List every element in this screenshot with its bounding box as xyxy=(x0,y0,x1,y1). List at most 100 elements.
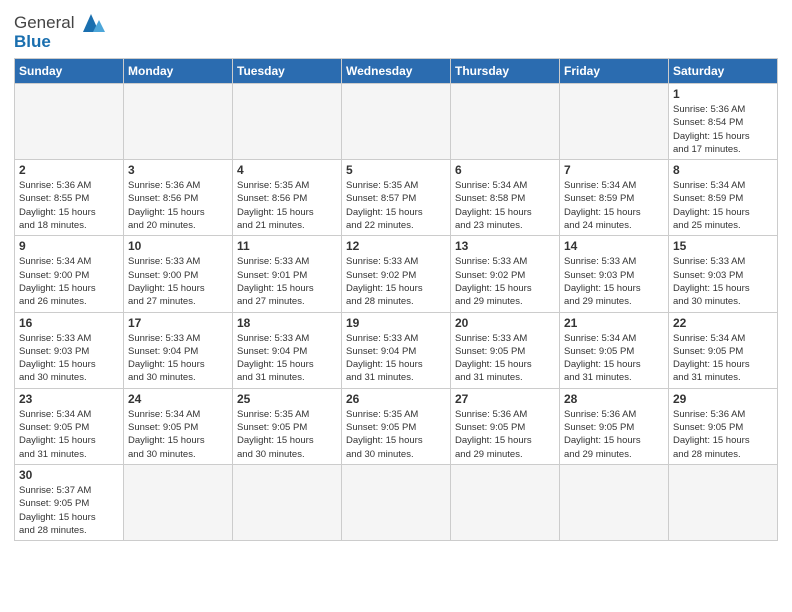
day-info: Sunrise: 5:34 AM Sunset: 9:05 PM Dayligh… xyxy=(673,332,773,385)
day-info: Sunrise: 5:33 AM Sunset: 9:04 PM Dayligh… xyxy=(346,332,446,385)
calendar-header-wednesday: Wednesday xyxy=(342,59,451,84)
day-info: Sunrise: 5:34 AM Sunset: 9:00 PM Dayligh… xyxy=(19,255,119,308)
day-info: Sunrise: 5:33 AM Sunset: 9:02 PM Dayligh… xyxy=(346,255,446,308)
day-info: Sunrise: 5:34 AM Sunset: 8:59 PM Dayligh… xyxy=(564,179,664,232)
day-number: 15 xyxy=(673,239,773,253)
day-number: 26 xyxy=(346,392,446,406)
calendar-cell xyxy=(124,84,233,160)
day-info: Sunrise: 5:33 AM Sunset: 9:03 PM Dayligh… xyxy=(673,255,773,308)
calendar-cell: 7 Sunrise: 5:34 AM Sunset: 8:59 PM Daylig… xyxy=(560,160,669,236)
day-info: Sunrise: 5:33 AM Sunset: 9:04 PM Dayligh… xyxy=(237,332,337,385)
day-number: 11 xyxy=(237,239,337,253)
day-number: 22 xyxy=(673,316,773,330)
day-number: 20 xyxy=(455,316,555,330)
calendar-cell: 23Sunrise: 5:34 AM Sunset: 9:05 PM Dayli… xyxy=(15,388,124,464)
day-number: 3 xyxy=(128,163,228,177)
logo: General Blue xyxy=(14,10,107,52)
calendar-cell xyxy=(233,464,342,540)
day-number: 28 xyxy=(564,392,664,406)
day-number: 14 xyxy=(564,239,664,253)
calendar-cell: 28 Sunrise: 5:36 AM Sunset: 9:05 PM Dayli… xyxy=(560,388,669,464)
day-info: Sunrise: 5:36 AM Sunset: 9:05 PM Dayligh… xyxy=(673,408,773,461)
logo-icon xyxy=(75,10,107,36)
calendar-week-row: 23 Sunrise: 5:34 AM Sunset: 9:05 PM Dayli… xyxy=(15,388,778,464)
calendar-week-row: 9 Sunrise: 5:34 AM Sunset: 9:00 PM Daylig… xyxy=(15,236,778,312)
day-info: Sunrise: 5:36 AM Sunset: 9:05 PM Dayligh… xyxy=(564,408,664,461)
calendar-header-saturday: Saturday xyxy=(669,59,778,84)
calendar-cell: 5Sunrise: 5:35 AM Sunset: 8:57 PM Daylig… xyxy=(342,160,451,236)
day-info: Sunrise: 5:36 AM Sunset: 8:56 PM Dayligh… xyxy=(128,179,228,232)
calendar-cell xyxy=(669,464,778,540)
day-info: Sunrise: 5:35 AM Sunset: 9:05 PM Dayligh… xyxy=(237,408,337,461)
calendar-cell xyxy=(560,464,669,540)
logo-general-text: General xyxy=(14,13,74,33)
day-number: 27 xyxy=(455,392,555,406)
day-number: 29 xyxy=(673,392,773,406)
calendar-week-row: 16Sunrise: 5:33 AM Sunset: 9:03 PM Dayli… xyxy=(15,312,778,388)
calendar-cell: 6Sunrise: 5:34 AM Sunset: 8:58 PM Daylig… xyxy=(451,160,560,236)
calendar: SundayMondayTuesdayWednesdayThursdayFrid… xyxy=(14,58,778,541)
calendar-cell: 1 Sunrise: 5:36 AM Sunset: 8:54 PM Daylig… xyxy=(669,84,778,160)
calendar-cell xyxy=(15,84,124,160)
calendar-cell: 14 Sunrise: 5:33 AM Sunset: 9:03 PM Dayli… xyxy=(560,236,669,312)
calendar-cell: 17Sunrise: 5:33 AM Sunset: 9:04 PM Dayli… xyxy=(124,312,233,388)
calendar-header-row: SundayMondayTuesdayWednesdayThursdayFrid… xyxy=(15,59,778,84)
day-number: 5 xyxy=(346,163,446,177)
calendar-cell xyxy=(342,84,451,160)
day-info: Sunrise: 5:34 AM Sunset: 8:59 PM Dayligh… xyxy=(673,179,773,232)
calendar-week-row: 30 Sunrise: 5:37 AM Sunset: 9:05 PM Dayli… xyxy=(15,464,778,540)
day-number: 19 xyxy=(346,316,446,330)
day-number: 13 xyxy=(455,239,555,253)
calendar-cell xyxy=(124,464,233,540)
calendar-cell: 21Sunrise: 5:34 AM Sunset: 9:05 PM Dayli… xyxy=(560,312,669,388)
day-info: Sunrise: 5:33 AM Sunset: 9:04 PM Dayligh… xyxy=(128,332,228,385)
calendar-cell: 27Sunrise: 5:36 AM Sunset: 9:05 PM Dayli… xyxy=(451,388,560,464)
calendar-cell: 12 Sunrise: 5:33 AM Sunset: 9:02 PM Dayli… xyxy=(342,236,451,312)
day-info: Sunrise: 5:34 AM Sunset: 9:05 PM Dayligh… xyxy=(128,408,228,461)
day-number: 8 xyxy=(673,163,773,177)
calendar-cell: 20Sunrise: 5:33 AM Sunset: 9:05 PM Dayli… xyxy=(451,312,560,388)
calendar-cell: 2 Sunrise: 5:36 AM Sunset: 8:55 PM Daylig… xyxy=(15,160,124,236)
calendar-cell: 8 Sunrise: 5:34 AM Sunset: 8:59 PM Daylig… xyxy=(669,160,778,236)
day-info: Sunrise: 5:33 AM Sunset: 9:03 PM Dayligh… xyxy=(564,255,664,308)
day-info: Sunrise: 5:36 AM Sunset: 8:54 PM Dayligh… xyxy=(673,103,773,156)
calendar-cell: 18 Sunrise: 5:33 AM Sunset: 9:04 PM Dayli… xyxy=(233,312,342,388)
day-info: Sunrise: 5:37 AM Sunset: 9:05 PM Dayligh… xyxy=(19,484,119,537)
calendar-header-sunday: Sunday xyxy=(15,59,124,84)
calendar-cell: 13 Sunrise: 5:33 AM Sunset: 9:02 PM Dayli… xyxy=(451,236,560,312)
calendar-cell: 3 Sunrise: 5:36 AM Sunset: 8:56 PM Daylig… xyxy=(124,160,233,236)
day-info: Sunrise: 5:34 AM Sunset: 9:05 PM Dayligh… xyxy=(564,332,664,385)
day-number: 30 xyxy=(19,468,119,482)
day-number: 16 xyxy=(19,316,119,330)
calendar-cell: 26 Sunrise: 5:35 AM Sunset: 9:05 PM Dayli… xyxy=(342,388,451,464)
day-info: Sunrise: 5:36 AM Sunset: 8:55 PM Dayligh… xyxy=(19,179,119,232)
calendar-cell: 15 Sunrise: 5:33 AM Sunset: 9:03 PM Dayli… xyxy=(669,236,778,312)
day-info: Sunrise: 5:35 AM Sunset: 9:05 PM Dayligh… xyxy=(346,408,446,461)
day-info: Sunrise: 5:35 AM Sunset: 8:56 PM Dayligh… xyxy=(237,179,337,232)
day-number: 18 xyxy=(237,316,337,330)
calendar-week-row: 1 Sunrise: 5:36 AM Sunset: 8:54 PM Daylig… xyxy=(15,84,778,160)
day-info: Sunrise: 5:33 AM Sunset: 9:01 PM Dayligh… xyxy=(237,255,337,308)
calendar-cell xyxy=(451,464,560,540)
calendar-cell: 25Sunrise: 5:35 AM Sunset: 9:05 PM Dayli… xyxy=(233,388,342,464)
calendar-cell: 30 Sunrise: 5:37 AM Sunset: 9:05 PM Dayli… xyxy=(15,464,124,540)
calendar-cell: 24 Sunrise: 5:34 AM Sunset: 9:05 PM Dayli… xyxy=(124,388,233,464)
day-number: 1 xyxy=(673,87,773,101)
calendar-cell: 11 Sunrise: 5:33 AM Sunset: 9:01 PM Dayli… xyxy=(233,236,342,312)
calendar-cell: 16Sunrise: 5:33 AM Sunset: 9:03 PM Dayli… xyxy=(15,312,124,388)
day-number: 6 xyxy=(455,163,555,177)
calendar-cell: 9 Sunrise: 5:34 AM Sunset: 9:00 PM Daylig… xyxy=(15,236,124,312)
day-number: 10 xyxy=(128,239,228,253)
calendar-cell: 10Sunrise: 5:33 AM Sunset: 9:00 PM Dayli… xyxy=(124,236,233,312)
day-number: 7 xyxy=(564,163,664,177)
calendar-cell: 29 Sunrise: 5:36 AM Sunset: 9:05 PM Dayli… xyxy=(669,388,778,464)
day-number: 24 xyxy=(128,392,228,406)
calendar-cell: 4Sunrise: 5:35 AM Sunset: 8:56 PM Daylig… xyxy=(233,160,342,236)
calendar-header-monday: Monday xyxy=(124,59,233,84)
day-info: Sunrise: 5:33 AM Sunset: 9:02 PM Dayligh… xyxy=(455,255,555,308)
day-number: 9 xyxy=(19,239,119,253)
day-number: 12 xyxy=(346,239,446,253)
day-number: 2 xyxy=(19,163,119,177)
page: General Blue SundayMondayTuesdayWednesda… xyxy=(0,0,792,551)
day-number: 23 xyxy=(19,392,119,406)
